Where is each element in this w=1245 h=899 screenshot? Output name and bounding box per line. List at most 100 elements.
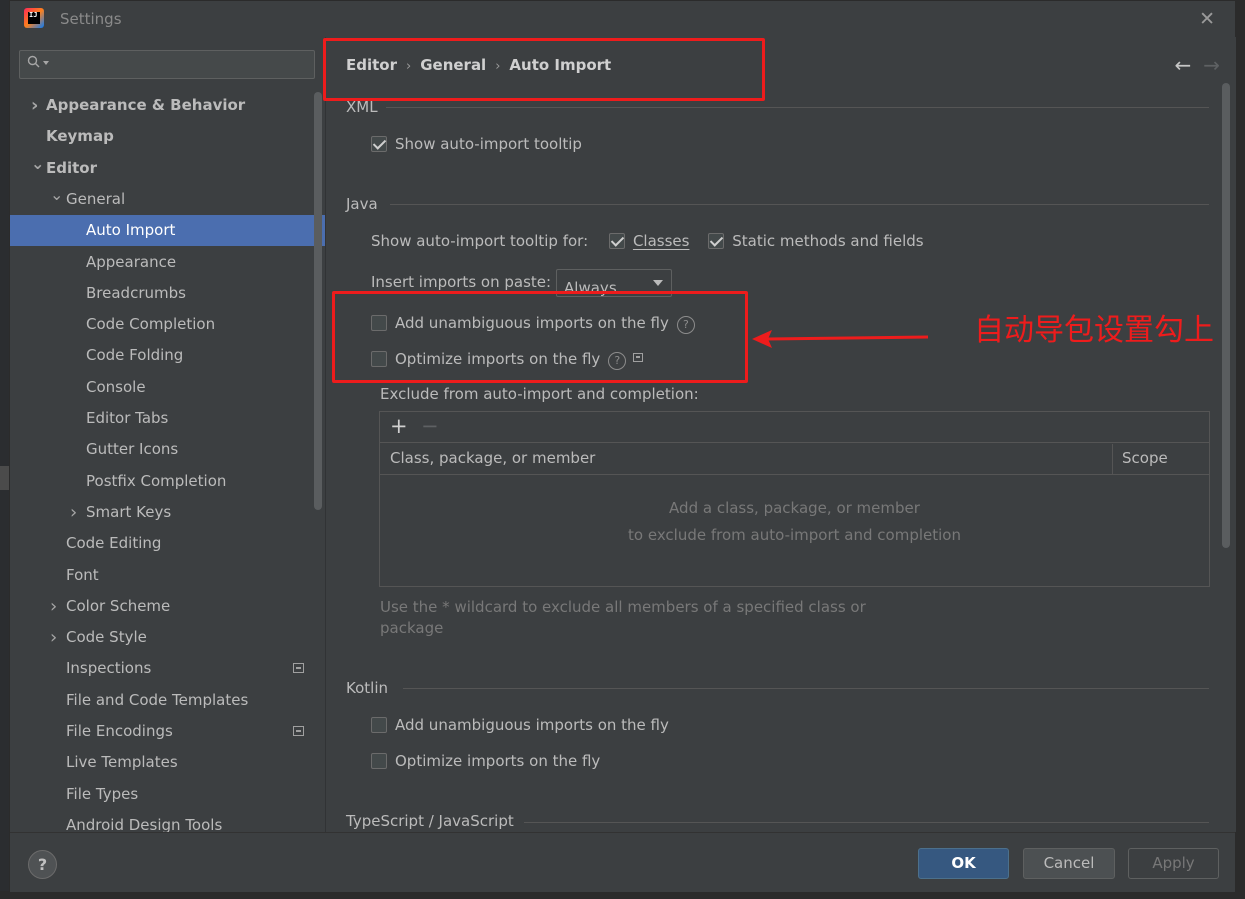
tree-item[interactable]: › Color Scheme: [10, 591, 325, 622]
tree-item[interactable]: ⌄ General: [10, 184, 325, 215]
exclude-table: + − Class, package, or member Scope Add …: [379, 411, 1210, 587]
tree-item[interactable]: Android Design Tools: [10, 810, 325, 832]
chevron-down-icon[interactable]: ⌄: [31, 148, 44, 179]
back-arrow-icon[interactable]: ←: [1174, 53, 1191, 77]
add-icon[interactable]: +: [390, 414, 408, 438]
ok-button[interactable]: OK: [918, 848, 1009, 879]
tree-item[interactable]: › Code Style: [10, 622, 325, 653]
breadcrumb-annotation-box: [323, 38, 765, 101]
dialog-footer: ? OK Cancel Apply: [10, 832, 1235, 892]
annotation-text: 自动导包设置勾上: [974, 313, 1214, 348]
tree-item-label: Keymap: [46, 127, 114, 146]
tree-item[interactable]: Editor Tabs: [10, 403, 325, 434]
chevron-right-icon[interactable]: ›: [50, 622, 62, 653]
tree-item[interactable]: File Encodings: [10, 716, 325, 747]
tree-item[interactable]: Code Completion: [10, 309, 325, 340]
tree-item-label: Code Folding: [86, 346, 184, 365]
tree-item-label: General: [66, 189, 126, 208]
tree-item[interactable]: Appearance: [10, 247, 325, 278]
close-icon[interactable]: ✕: [1199, 8, 1215, 30]
tree-item[interactable]: Code Editing: [10, 528, 325, 559]
tree-item-label: Console: [86, 377, 146, 396]
section-java-title: Java: [346, 195, 378, 213]
settings-dialog: IJ Settings ✕ › Appearance & Behavior Keym…: [9, 0, 1236, 892]
wildcard-note-line2: package: [380, 619, 444, 637]
tree-item[interactable]: Inspections: [10, 653, 325, 684]
kotlin-add-unambiguous-label: Add unambiguous imports on the fly: [395, 716, 669, 734]
tree-item-label: Appearance: [86, 252, 177, 271]
settings-content-pane: Editor › General › Auto Import ← → XML Show a…: [326, 37, 1236, 832]
tree-item[interactable]: Postfix Completion: [10, 466, 325, 497]
tree-item[interactable]: Gutter Icons: [10, 434, 325, 465]
intellij-icon: IJ: [24, 8, 44, 28]
java-tooltip-for-row: Show auto-import tooltip for: Classes St…: [371, 230, 924, 252]
help-button[interactable]: ?: [28, 850, 57, 879]
column-header-class[interactable]: Class, package, or member: [390, 449, 595, 467]
tree-item[interactable]: Breadcrumbs: [10, 278, 325, 309]
tree-item[interactable]: Auto Import: [10, 215, 325, 247]
kotlin-optimize-checkbox[interactable]: [371, 753, 387, 769]
chevron-down-icon[interactable]: ⌄: [50, 179, 63, 210]
kotlin-add-unambiguous-option[interactable]: Add unambiguous imports on the fly: [371, 714, 669, 736]
column-separator[interactable]: [1112, 444, 1113, 475]
java-classes-label[interactable]: Classes: [633, 232, 690, 250]
empty-text-line2: to exclude from auto-import and completi…: [628, 526, 961, 544]
tree-item-label: Postfix Completion: [86, 471, 227, 490]
kotlin-optimize-label: Optimize imports on the fly: [395, 752, 601, 770]
java-static-checkbox[interactable]: [708, 233, 725, 249]
tree-item-label: File Encodings: [66, 722, 173, 740]
tree-item-label: Code Style: [66, 628, 147, 647]
tree-item-label: File Types: [66, 784, 139, 803]
tree-scrollbar[interactable]: [314, 92, 322, 510]
chevron-right-icon[interactable]: ›: [70, 497, 82, 528]
java-classes-checkbox[interactable]: [608, 233, 625, 249]
tree-item-label: Smart Keys: [86, 502, 172, 521]
tree-item[interactable]: Live Templates: [10, 747, 325, 778]
tree-item-label: Gutter Icons: [86, 440, 179, 459]
history-nav: ← →: [1174, 53, 1220, 77]
search-input[interactable]: [19, 50, 315, 79]
chevron-right-icon[interactable]: ›: [50, 591, 62, 622]
tree-item[interactable]: Font: [10, 560, 325, 591]
java-static-label[interactable]: Static methods and fields: [732, 232, 923, 250]
exclude-table-empty-text: Add a class, package, or member to exclu…: [380, 495, 1209, 549]
chevron-right-icon[interactable]: ›: [31, 90, 43, 121]
tree-item[interactable]: File Types: [10, 779, 325, 810]
tree-item[interactable]: Code Folding: [10, 340, 325, 371]
search-icon: [27, 55, 40, 68]
ide-background-bottom: [0, 891, 1245, 899]
ide-background-selection: [0, 466, 9, 490]
forward-arrow-icon: →: [1203, 53, 1220, 77]
tree-item[interactable]: Console: [10, 372, 325, 403]
xml-show-tooltip-option[interactable]: Show auto-import tooltip: [371, 133, 582, 155]
tree-item-label: Appearance & Behavior: [46, 96, 246, 114]
tree-item[interactable]: › Appearance & Behavior: [10, 90, 325, 121]
wildcard-note: Use the * wildcard to exclude all member…: [380, 597, 880, 639]
kotlin-optimize-option[interactable]: Optimize imports on the fly: [371, 750, 600, 772]
ide-background-strip: [0, 0, 9, 899]
tree-item[interactable]: › Smart Keys: [10, 497, 325, 528]
java-insert-label: Insert imports on paste:: [371, 273, 552, 291]
window-title: Settings: [60, 10, 122, 28]
tree-item-label: Code Completion: [86, 315, 216, 334]
cancel-button[interactable]: Cancel: [1023, 848, 1115, 879]
tree-item-label: Font: [66, 565, 99, 584]
section-typescript-title: TypeScript / JavaScript: [346, 812, 514, 830]
project-scope-icon: [293, 726, 304, 736]
project-scope-icon: [293, 663, 304, 674]
section-typescript-divider: [524, 822, 1209, 823]
content-scrollbar[interactable]: [1222, 83, 1230, 548]
tree-item[interactable]: File and Code Templates: [10, 685, 325, 716]
xml-show-tooltip-label: Show auto-import tooltip: [395, 135, 582, 153]
tree-item-label: Inspections: [66, 659, 152, 678]
annotation-arrow-icon: [752, 330, 929, 348]
column-header-scope[interactable]: Scope: [1122, 449, 1168, 467]
kotlin-add-unambiguous-checkbox[interactable]: [371, 717, 387, 733]
section-java-divider: [390, 204, 1209, 205]
tree-item-label: Live Templates: [66, 753, 178, 772]
ide-background-right: [1236, 0, 1245, 899]
xml-show-tooltip-checkbox[interactable]: [371, 136, 387, 152]
chevron-down-icon: [653, 279, 664, 286]
tree-item[interactable]: Keymap: [10, 121, 325, 152]
tree-item-label: Breadcrumbs: [86, 283, 186, 302]
